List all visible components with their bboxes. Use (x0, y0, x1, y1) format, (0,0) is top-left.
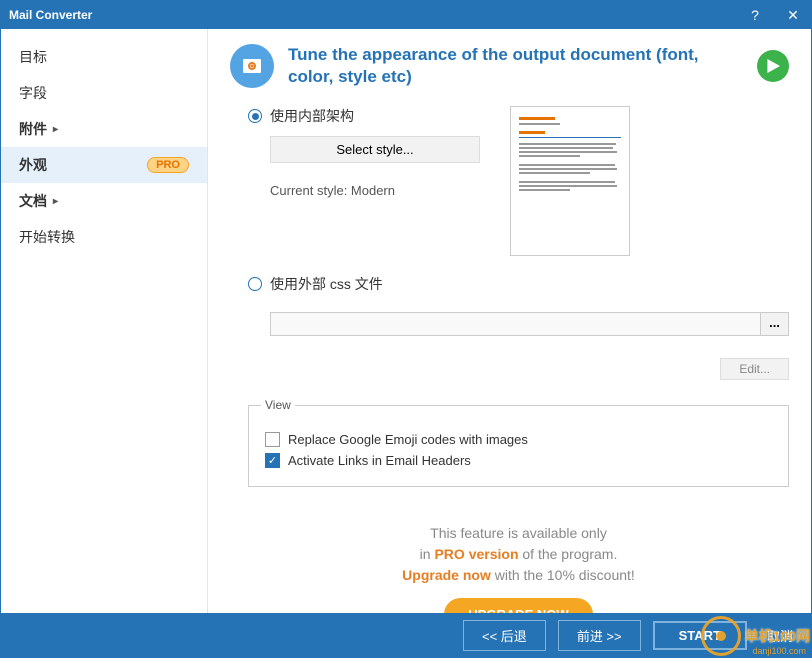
fieldset-legend: View (261, 398, 295, 412)
radio-internal-style[interactable]: 使用内部架构 (248, 106, 480, 126)
upgrade-button[interactable]: UPGRADE NOW (444, 598, 592, 613)
current-style-label: Current style: Modern (270, 183, 480, 198)
radio-external-css[interactable]: 使用外部 css 文件 (248, 274, 789, 294)
checkbox-icon: ✓ (265, 453, 280, 468)
sidebar-item-target[interactable]: 目标 (1, 39, 207, 75)
edit-button[interactable]: Edit... (720, 358, 789, 380)
view-fieldset: View Replace Google Emoji codes with ima… (248, 398, 789, 487)
chevron-right-icon: ▸ (53, 124, 58, 135)
sidebar: 目标 字段 附件 ▸ 外观 PRO 文档 ▸ 开始转换 (1, 29, 208, 613)
sidebar-item-start[interactable]: 开始转换 (1, 219, 207, 255)
back-button[interactable]: << 后退 (463, 620, 546, 651)
checkbox-icon (265, 432, 280, 447)
checkbox-label: Replace Google Emoji codes with images (288, 432, 528, 447)
sidebar-item-label: 附件 (19, 119, 47, 139)
sidebar-item-appearance[interactable]: 外观 PRO (1, 147, 207, 183)
play-icon (766, 59, 780, 73)
sidebar-item-label: 开始转换 (19, 227, 75, 247)
help-button[interactable]: ? (745, 7, 765, 23)
radio-icon (248, 277, 262, 291)
sidebar-item-label: 外观 (19, 155, 47, 175)
start-button[interactable]: START (653, 621, 747, 650)
sidebar-item-label: 文档 (19, 191, 47, 211)
radio-label: 使用内部架构 (270, 106, 354, 126)
close-button[interactable]: ✕ (783, 7, 803, 24)
appearance-icon (230, 44, 274, 88)
footer: << 后退 前进 >> START 取消 (1, 613, 811, 657)
checkbox-replace-emoji[interactable]: Replace Google Emoji codes with images (265, 432, 772, 447)
sidebar-item-document[interactable]: 文档 ▸ (1, 183, 207, 219)
page-title: Tune the appearance of the output docume… (288, 44, 743, 88)
window-title: Mail Converter (9, 8, 92, 22)
checkbox-label: Activate Links in Email Headers (288, 453, 471, 468)
radio-icon (248, 109, 262, 123)
checkbox-activate-links[interactable]: ✓ Activate Links in Email Headers (265, 453, 772, 468)
chevron-right-icon: ▸ (53, 196, 58, 207)
pro-badge: PRO (147, 157, 189, 173)
forward-button[interactable]: 前进 >> (558, 620, 641, 651)
play-button[interactable] (757, 50, 789, 82)
cancel-link[interactable]: 取消 (767, 626, 793, 645)
style-preview (510, 106, 630, 256)
browse-button[interactable]: ... (761, 312, 789, 336)
promo-text: This feature is available only in PRO ve… (248, 523, 789, 613)
select-style-button[interactable]: Select style... (270, 136, 480, 163)
sidebar-item-label: 字段 (19, 83, 47, 103)
sidebar-item-label: 目标 (19, 47, 47, 67)
main-panel: Tune the appearance of the output docume… (208, 29, 811, 613)
sidebar-item-attachments[interactable]: 附件 ▸ (1, 111, 207, 147)
css-path-input[interactable] (270, 312, 761, 336)
titlebar: Mail Converter ? ✕ (1, 1, 811, 29)
radio-label: 使用外部 css 文件 (270, 274, 383, 294)
titlebar-controls: ? ✕ (745, 7, 803, 24)
sidebar-item-fields[interactable]: 字段 (1, 75, 207, 111)
